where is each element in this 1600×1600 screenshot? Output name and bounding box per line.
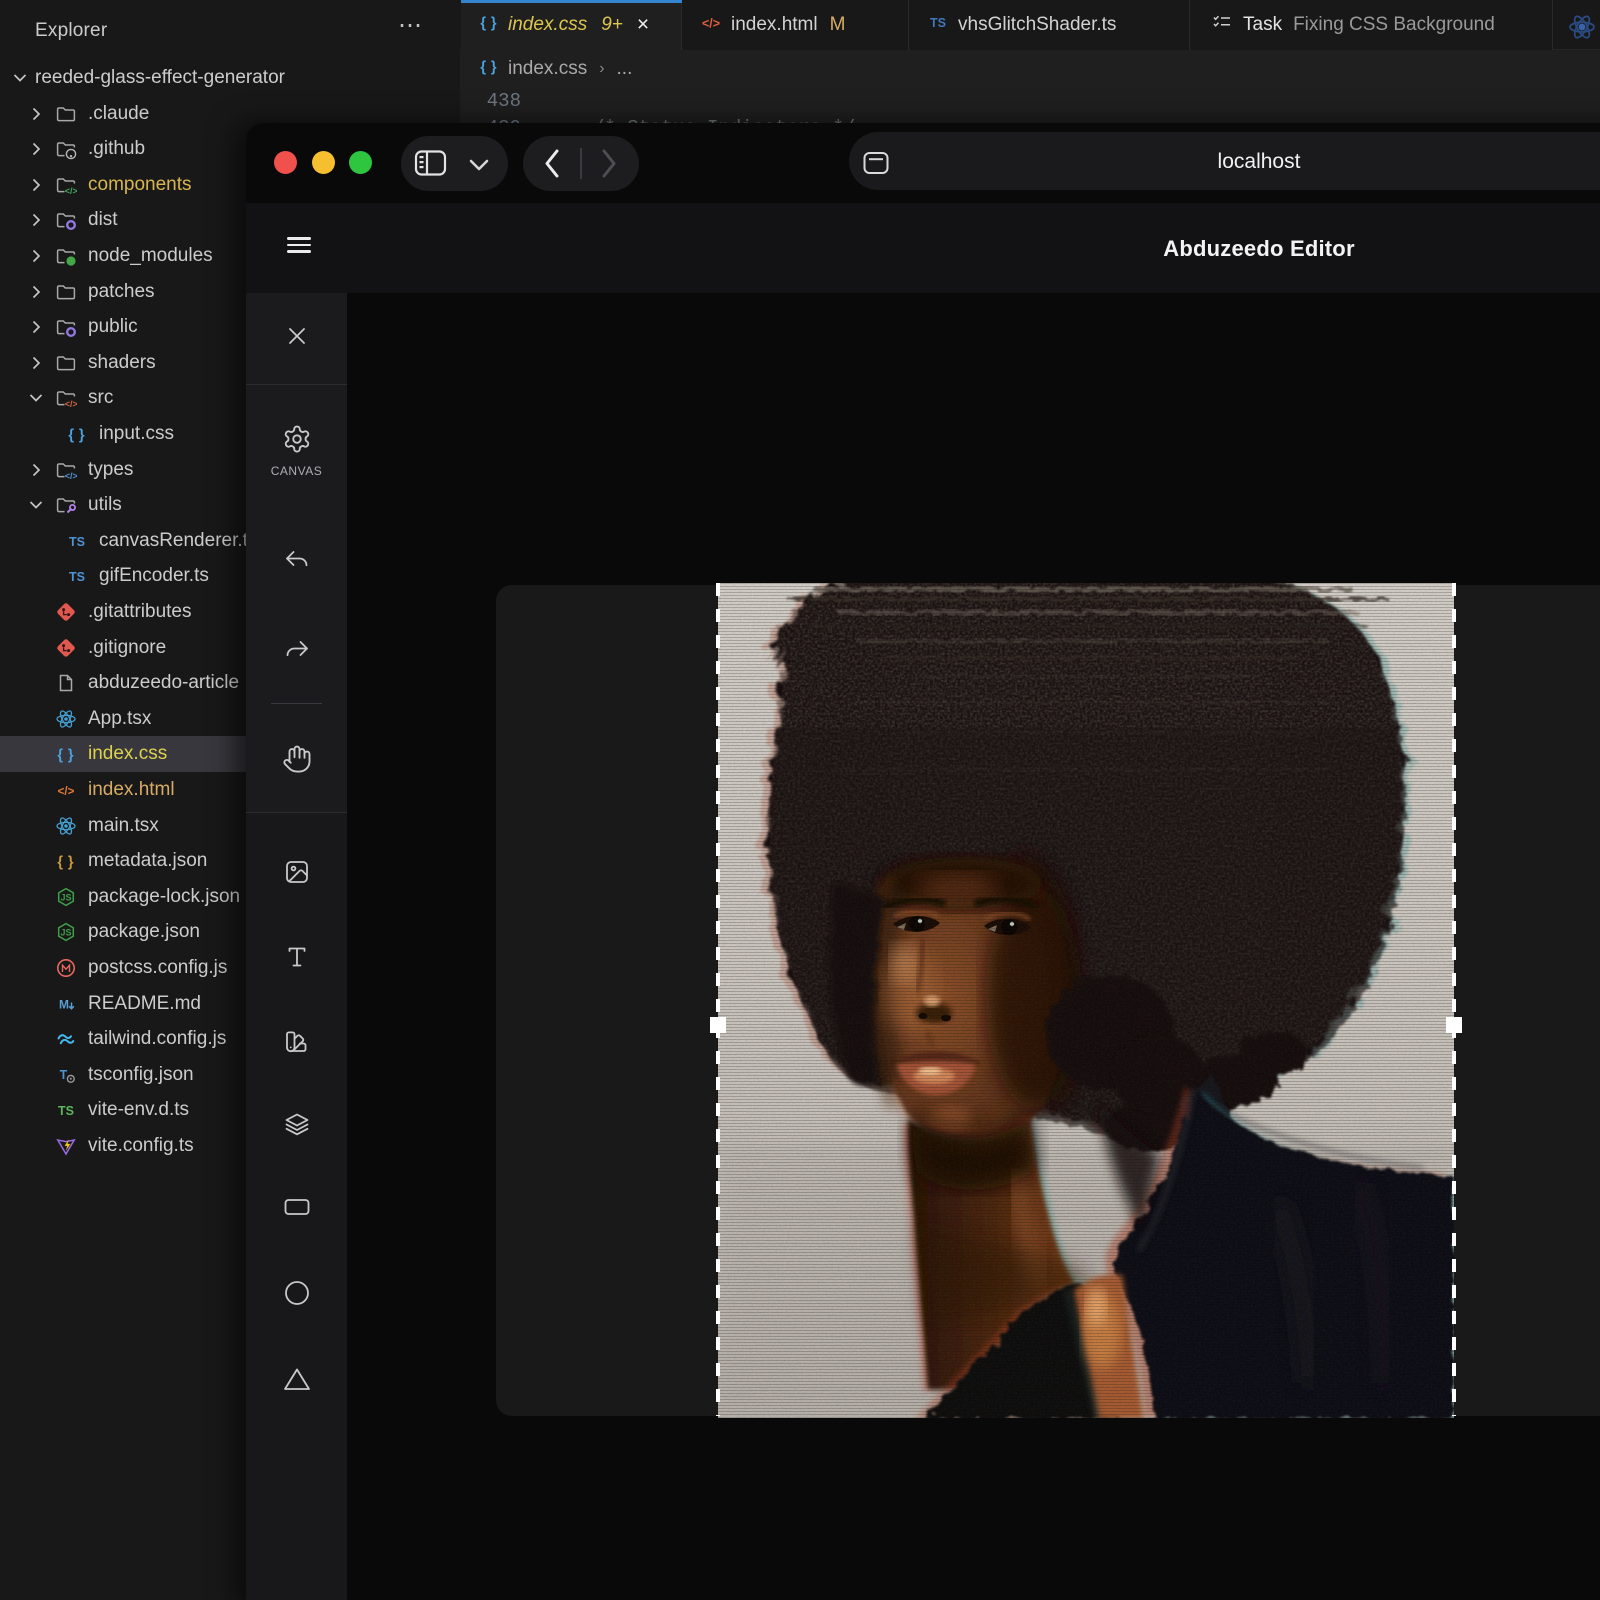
svg-text:</>: </> — [65, 186, 77, 196]
svg-text:{ }: { } — [68, 428, 85, 444]
svg-text:TS: TS — [58, 1104, 74, 1118]
svg-text:TS: TS — [69, 535, 85, 549]
svg-text:</>: </> — [702, 17, 720, 31]
svg-text:</>: </> — [58, 786, 75, 798]
svg-text:</>: </> — [65, 470, 77, 480]
svg-text:</>: </> — [65, 399, 77, 409]
svg-text:{ }: { } — [57, 855, 74, 871]
svg-text:TS: TS — [69, 570, 85, 584]
svg-text:{ }: { } — [480, 59, 497, 75]
svg-text:M: M — [59, 997, 69, 1011]
svg-text:TS: TS — [930, 16, 946, 30]
svg-text:{ }: { } — [57, 748, 74, 764]
svg-text:JS: JS — [60, 892, 71, 902]
svg-text:T: T — [60, 1068, 68, 1082]
svg-text:{ }: { } — [480, 16, 497, 32]
svg-text:JS: JS — [60, 928, 71, 938]
